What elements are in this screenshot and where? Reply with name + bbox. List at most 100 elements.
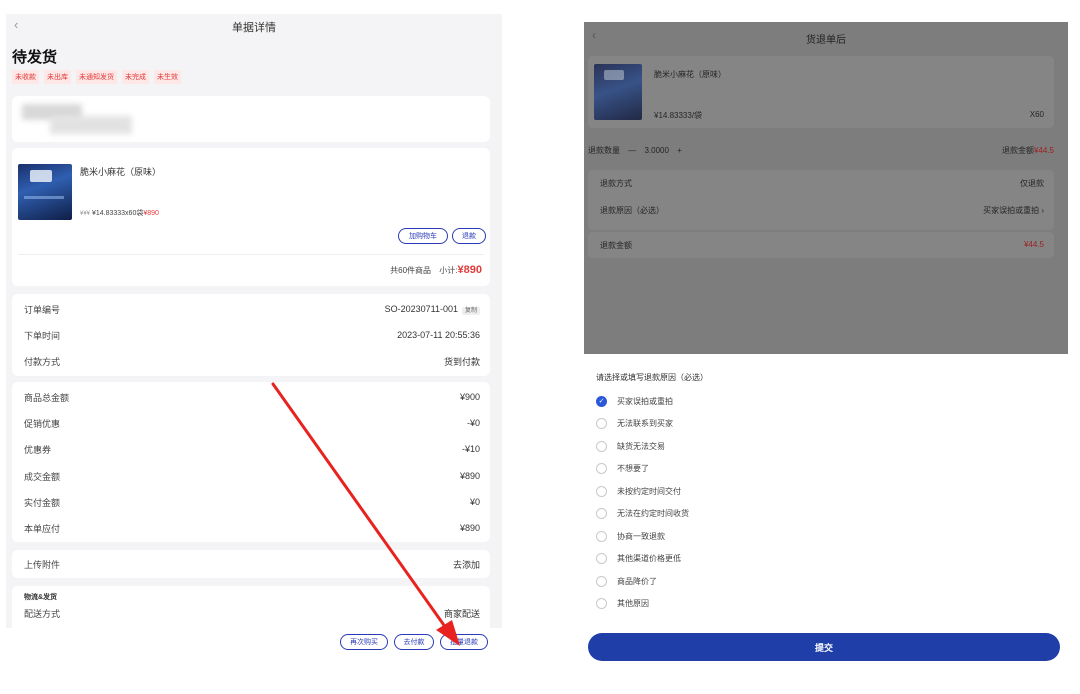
refund-amount-label: 退款金额 bbox=[600, 241, 632, 250]
attachment-row[interactable]: 上传附件 去添加 bbox=[24, 557, 480, 571]
batch-refund-button[interactable]: 批量退款 bbox=[440, 634, 488, 650]
reason-option[interactable]: 协商一致退款 bbox=[596, 529, 665, 543]
customer-card bbox=[12, 96, 490, 142]
radio-icon[interactable] bbox=[596, 440, 607, 452]
status-tags: 未收款 未出库 未通知发货 未完成 未生效 bbox=[12, 70, 181, 84]
refund-qty-control: 退款数量 — 3.0000 + bbox=[588, 145, 682, 156]
reason-option[interactable]: 其他渠道价格更低 bbox=[596, 551, 681, 565]
product-image bbox=[18, 164, 72, 220]
delivery-method-value: 商家配送 bbox=[443, 608, 480, 619]
submit-button[interactable]: 提交 bbox=[588, 633, 1060, 661]
bottom-action-bar: 再次购买 去付款 批量退款 bbox=[6, 628, 502, 664]
refund-reason-value: 买家误拍或重拍 › bbox=[983, 205, 1044, 216]
refund-method-label: 退款方式 bbox=[600, 179, 632, 188]
reason-label: 其他原因 bbox=[617, 598, 649, 608]
copy-button[interactable]: 复制 bbox=[461, 307, 480, 315]
status-tag: 未收款 bbox=[12, 70, 39, 84]
refund-qty-row: 退款数量 — 3.0000 + 退款金额¥44.5 bbox=[588, 143, 1054, 157]
amount-row: 优惠券 -¥10 bbox=[24, 442, 480, 456]
dimmed-overlay: ‹ 货退单后 脆米小麻花（原味） ¥14.83333/袋 X60 退款数量 — … bbox=[584, 22, 1068, 354]
status-tag: 未完成 bbox=[122, 70, 149, 84]
logistics-card: 物流&发货 配送方式 商家配送 bbox=[12, 586, 490, 632]
plus-button[interactable]: + bbox=[677, 146, 682, 155]
refund-screen: ‹ 货退单后 脆米小麻花（原味） ¥14.83333/袋 X60 退款数量 — … bbox=[584, 22, 1068, 666]
order-time-label: 下单时间 bbox=[24, 330, 61, 341]
price-line: ¥14.83333x60袋 bbox=[91, 210, 144, 217]
status-tag: 未生效 bbox=[154, 70, 181, 84]
minus-button[interactable]: — bbox=[628, 146, 636, 155]
radio-checked-icon[interactable] bbox=[596, 395, 607, 407]
radio-icon[interactable] bbox=[596, 575, 607, 587]
summary-count: 共60件商品 bbox=[390, 266, 432, 275]
reason-option[interactable]: 商品降价了 bbox=[596, 574, 657, 588]
refund-qty-label: 退款数量 bbox=[588, 145, 620, 155]
reason-label: 未按约定时间交付 bbox=[617, 486, 681, 496]
reason-option[interactable]: 未按约定时间交付 bbox=[596, 484, 681, 498]
status-tag: 未通知发货 bbox=[76, 70, 117, 84]
reason-option[interactable]: 不想要了 bbox=[596, 461, 649, 475]
reason-option[interactable]: 无法在约定时间收货 bbox=[596, 506, 689, 520]
add-attachment-link[interactable]: 去添加 bbox=[453, 558, 480, 571]
refund-method-row[interactable]: 退款方式 仅退款 bbox=[600, 178, 1044, 189]
order-time-row: 下单时间 2023-07-11 20:55:36 bbox=[24, 328, 480, 342]
product-price: ¥14.83333/袋 bbox=[654, 111, 703, 120]
reason-option[interactable]: 买家误拍或重拍 bbox=[596, 394, 673, 408]
reason-label: 缺货无法交易 bbox=[617, 441, 665, 451]
blurred-info bbox=[50, 116, 132, 134]
nav-bar: ‹ 单据详情 bbox=[6, 14, 502, 38]
refund-reason-label: 退款原因（必选） bbox=[600, 206, 664, 215]
amount-value: ¥900 bbox=[459, 392, 480, 402]
amount-row: 商品总金额 ¥900 bbox=[24, 390, 480, 404]
pay-button[interactable]: 去付款 bbox=[394, 634, 434, 650]
amount-label: 商品总金额 bbox=[24, 392, 70, 403]
amount-value: ¥890 bbox=[459, 471, 480, 481]
refund-amount-label: 退款金额 bbox=[1001, 145, 1034, 155]
product-summary: 共60件商品 小计:¥890 bbox=[390, 264, 482, 276]
add-to-cart-button[interactable]: 加购物车 bbox=[398, 228, 448, 244]
refund-button[interactable]: 退款 bbox=[452, 228, 486, 244]
payment-method-row: 付款方式 货到付款 bbox=[24, 354, 480, 368]
amount-value: -¥10 bbox=[461, 444, 480, 454]
order-number: SO-20230711-001 bbox=[384, 304, 458, 314]
reason-option[interactable]: 其他原因 bbox=[596, 596, 649, 610]
radio-icon[interactable] bbox=[596, 597, 607, 609]
radio-icon[interactable] bbox=[596, 462, 607, 474]
price-prefix: ¥¥¥ bbox=[80, 211, 91, 217]
order-detail-screen: ‹ 单据详情 待发货 未收款 未出库 未通知发货 未完成 未生效 脆米小麻花（原… bbox=[6, 14, 502, 664]
divider bbox=[18, 254, 484, 255]
order-number-row: 订单编号 SO-20230711-001 复制 bbox=[24, 302, 480, 316]
delivery-method-label: 配送方式 bbox=[24, 608, 61, 619]
refund-product-card: 脆米小麻花（原味） ¥14.83333/袋 X60 bbox=[588, 56, 1054, 128]
payment-method-value: 货到付款 bbox=[443, 356, 480, 367]
nav-bar: ‹ 货退单后 bbox=[584, 22, 1068, 52]
product-name: 脆米小麻花（原味） bbox=[654, 70, 726, 79]
amount-label: 成交金额 bbox=[24, 471, 61, 482]
refund-qty-input[interactable]: 3.0000 bbox=[644, 146, 668, 155]
reason-label: 无法在约定时间收货 bbox=[617, 508, 689, 518]
refund-amount-card: 退款金额 ¥44.5 bbox=[588, 232, 1054, 258]
reason-option[interactable]: 缺货无法交易 bbox=[596, 439, 665, 453]
amount-label: 促销优惠 bbox=[24, 418, 61, 429]
refund-amount-value: ¥44.5 bbox=[1033, 145, 1054, 155]
amount-row: 成交金额 ¥890 bbox=[24, 469, 480, 483]
amount-value: ¥0 bbox=[469, 497, 480, 507]
refund-amount-summary: 退款金额¥44.5 bbox=[1002, 145, 1054, 156]
buy-again-button[interactable]: 再次购买 bbox=[340, 634, 388, 650]
refund-reason-row[interactable]: 退款原因（必选） 买家误拍或重拍 › bbox=[600, 205, 1044, 216]
radio-icon[interactable] bbox=[596, 552, 607, 564]
chevron-right-icon: › bbox=[1041, 206, 1044, 215]
radio-icon[interactable] bbox=[596, 507, 607, 519]
summary-subtotal-value: ¥890 bbox=[457, 264, 482, 276]
order-number-value: SO-20230711-001 复制 bbox=[384, 304, 480, 315]
reason-option[interactable]: 无法联系到买家 bbox=[596, 416, 673, 430]
order-info-card: 订单编号 SO-20230711-001 复制 下单时间 2023-07-11 2… bbox=[12, 294, 490, 376]
refund-reason-sheet: 请选择或填写退款原因（必选） 买家误拍或重拍 无法联系到买家 缺货无法交易 不想… bbox=[588, 354, 1060, 622]
payment-method-label: 付款方式 bbox=[24, 356, 61, 367]
order-number-label: 订单编号 bbox=[24, 304, 61, 315]
refund-amount-value: ¥44.5 bbox=[1023, 240, 1044, 249]
radio-icon[interactable] bbox=[596, 485, 607, 497]
radio-icon[interactable] bbox=[596, 530, 607, 542]
reason-label: 商品降价了 bbox=[617, 576, 657, 586]
radio-icon[interactable] bbox=[596, 417, 607, 429]
status-tag: 未出库 bbox=[44, 70, 71, 84]
